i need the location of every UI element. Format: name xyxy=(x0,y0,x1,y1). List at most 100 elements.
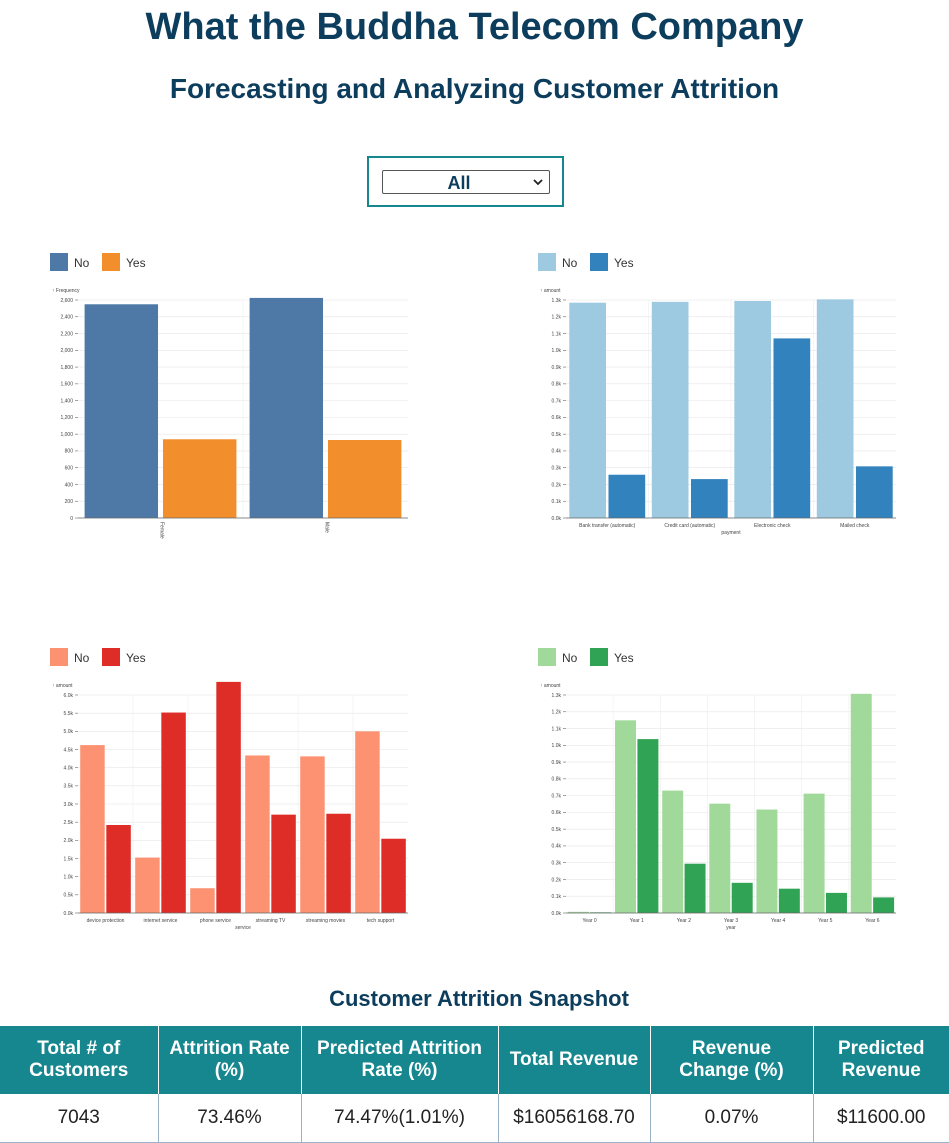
y-tick-label: 1.0k xyxy=(552,743,562,749)
x-tick-label: Year 1 xyxy=(630,918,644,924)
bar-internet-service-yes xyxy=(161,712,186,913)
y-tick-label: 6.0k xyxy=(64,693,74,699)
legend-label-yes: Yes xyxy=(614,651,634,665)
bar-streaming-movies-no xyxy=(300,756,325,913)
y-tick-label: 3.0k xyxy=(64,802,74,808)
y-tick-label: 0.1k xyxy=(552,894,562,900)
bar-mailed-check-no xyxy=(816,299,854,518)
bar-internet-service-no xyxy=(135,857,160,913)
y-tick-label: 0.5k xyxy=(552,827,562,833)
bar-year-5-no xyxy=(803,793,825,913)
bar-electronic-check-yes xyxy=(773,338,811,518)
bar-male-yes xyxy=(327,440,402,518)
y-tick-label: 1,600 xyxy=(60,382,73,388)
bar-device-protection-no xyxy=(80,745,105,913)
header-revenue-change: Revenue Change (%) xyxy=(650,1026,814,1094)
value-total-customers: 7043 xyxy=(0,1094,159,1143)
y-tick-label: 0.5k xyxy=(552,432,562,438)
y-tick-label: 4.0k xyxy=(64,765,74,771)
x-tick-label: Mailed check xyxy=(840,523,870,529)
x-tick-label: phone service xyxy=(200,918,231,924)
x-tick-label: Year 5 xyxy=(818,918,832,924)
bar-year-2-yes xyxy=(684,863,706,913)
y-tick-label: 2,200 xyxy=(60,331,73,337)
y-tick-label: 0.3k xyxy=(552,465,562,471)
bar-male-no xyxy=(249,297,324,518)
page-subtitle: Forecasting and Analyzing Customer Attri… xyxy=(169,73,780,104)
y-tick-label: 0.0k xyxy=(64,911,74,917)
bar-electronic-check-no xyxy=(734,301,772,518)
header-total-revenue: Total Revenue xyxy=(498,1026,651,1094)
bar-mailed-check-yes xyxy=(855,466,893,518)
legend-swatch-yes xyxy=(102,648,120,666)
bar-year-6-no xyxy=(850,693,872,913)
y-tick-label: 1.2k xyxy=(552,315,562,321)
y-tick-label: 2.0k xyxy=(64,838,74,844)
y-tick-label: 1.3k xyxy=(552,298,562,304)
bar-year-6-yes xyxy=(873,897,895,913)
x-tick-label: internet service xyxy=(144,918,178,924)
y-tick-label: 0.8k xyxy=(552,382,562,388)
bar-credit-card-automatic-no xyxy=(651,301,689,518)
bar-year-3-no xyxy=(709,803,731,913)
y-tick-label: 0.9k xyxy=(552,365,562,371)
value-revenue-change: 0.07% xyxy=(650,1094,814,1143)
tenure-churn-chart: No Yes ↑ amount 0.0k 0.1k 0.2k 0.3k 0.4k 0.5k 0.6… xyxy=(538,648,896,931)
x-axis-title: year xyxy=(726,925,736,931)
x-tick-label: tech support xyxy=(367,918,395,924)
legend-swatch-no xyxy=(538,648,556,666)
y-tick-label: 0.4k xyxy=(552,449,562,455)
chevron-down-icon xyxy=(533,179,543,186)
x-tick-label: Year 3 xyxy=(724,918,738,924)
value-total-revenue: $16056168.70 xyxy=(498,1094,651,1143)
x-tick-label: Female xyxy=(159,522,165,539)
legend-label-no: No xyxy=(562,651,578,665)
y-tick-label: 4.5k xyxy=(64,747,74,753)
y-tick-label: 0.3k xyxy=(552,860,562,866)
x-tick-label: device protection xyxy=(87,918,125,924)
y-tick-label: 1.3k xyxy=(552,693,562,699)
y-tick-label: 1,000 xyxy=(60,432,73,438)
bar-tech-support-yes xyxy=(381,838,406,913)
bar-female-no xyxy=(84,304,159,518)
x-tick-label: Year 4 xyxy=(771,918,785,924)
y-tick-label: 0.6k xyxy=(552,810,562,816)
page-title: What the Buddha Telecom Company xyxy=(145,6,804,48)
bar-tech-support-no xyxy=(355,731,380,913)
x-tick-label: Year 2 xyxy=(677,918,691,924)
value-attrition-rate: 73.46% xyxy=(158,1094,302,1143)
legend-swatch-yes xyxy=(590,648,608,666)
header-predicted-attrition-rate: Predicted Attrition Rate (%) xyxy=(301,1026,499,1094)
x-tick-label: streaming TV xyxy=(256,918,286,924)
bar-year-5-yes xyxy=(825,892,847,913)
y-tick-label: 2,000 xyxy=(60,348,73,354)
bar-bank-transfer-automatic-yes xyxy=(608,474,646,518)
y-tick-label: 0.6k xyxy=(552,415,562,421)
bar-year-2-no xyxy=(662,790,684,913)
y-tick-label: 5.0k xyxy=(64,729,74,735)
bar-credit-card-automatic-yes xyxy=(690,479,728,518)
x-tick-label: Year 6 xyxy=(865,918,879,924)
service-churn-chart: No Yes ↑ amount 0.0k 0.5k 1.0k 1.5k 2.0k 2.5k 3.0… xyxy=(50,648,408,931)
y-tick-label: 1,200 xyxy=(60,415,73,421)
y-tick-label: 3.5k xyxy=(64,784,74,790)
y-tick-label: 2,600 xyxy=(60,298,73,304)
y-axis-title: ↑ amount xyxy=(540,683,561,689)
filter-selected-value: All xyxy=(447,173,471,193)
y-tick-label: 0.7k xyxy=(552,398,562,404)
filter-container: All xyxy=(367,156,564,207)
value-predicted-revenue: $11600.00 xyxy=(813,1094,949,1143)
payment-churn-chart: No Yes ↑ amount 0.0k 0.1k 0.2k 0.3k 0.4k 0.5k 0.6… xyxy=(538,253,896,536)
bar-female-yes xyxy=(162,439,237,518)
bar-year-1-no xyxy=(615,720,637,913)
x-tick-label: Bank transfer (automatic) xyxy=(579,523,635,529)
x-axis-title: service xyxy=(235,925,251,931)
gender-churn-chart: No Yes ↑ Frequency 0 200 400 600 800 1,000 1,200 1… xyxy=(50,253,408,539)
y-tick-label: 1.5k xyxy=(64,856,74,862)
filter-dropdown[interactable]: All xyxy=(382,170,550,194)
legend-label-no: No xyxy=(562,256,578,270)
y-tick-label: 1.1k xyxy=(552,331,562,337)
y-tick-label: 0.2k xyxy=(552,877,562,883)
bar-streaming-movies-yes xyxy=(326,813,351,913)
y-tick-label: 0.0k xyxy=(552,516,562,522)
